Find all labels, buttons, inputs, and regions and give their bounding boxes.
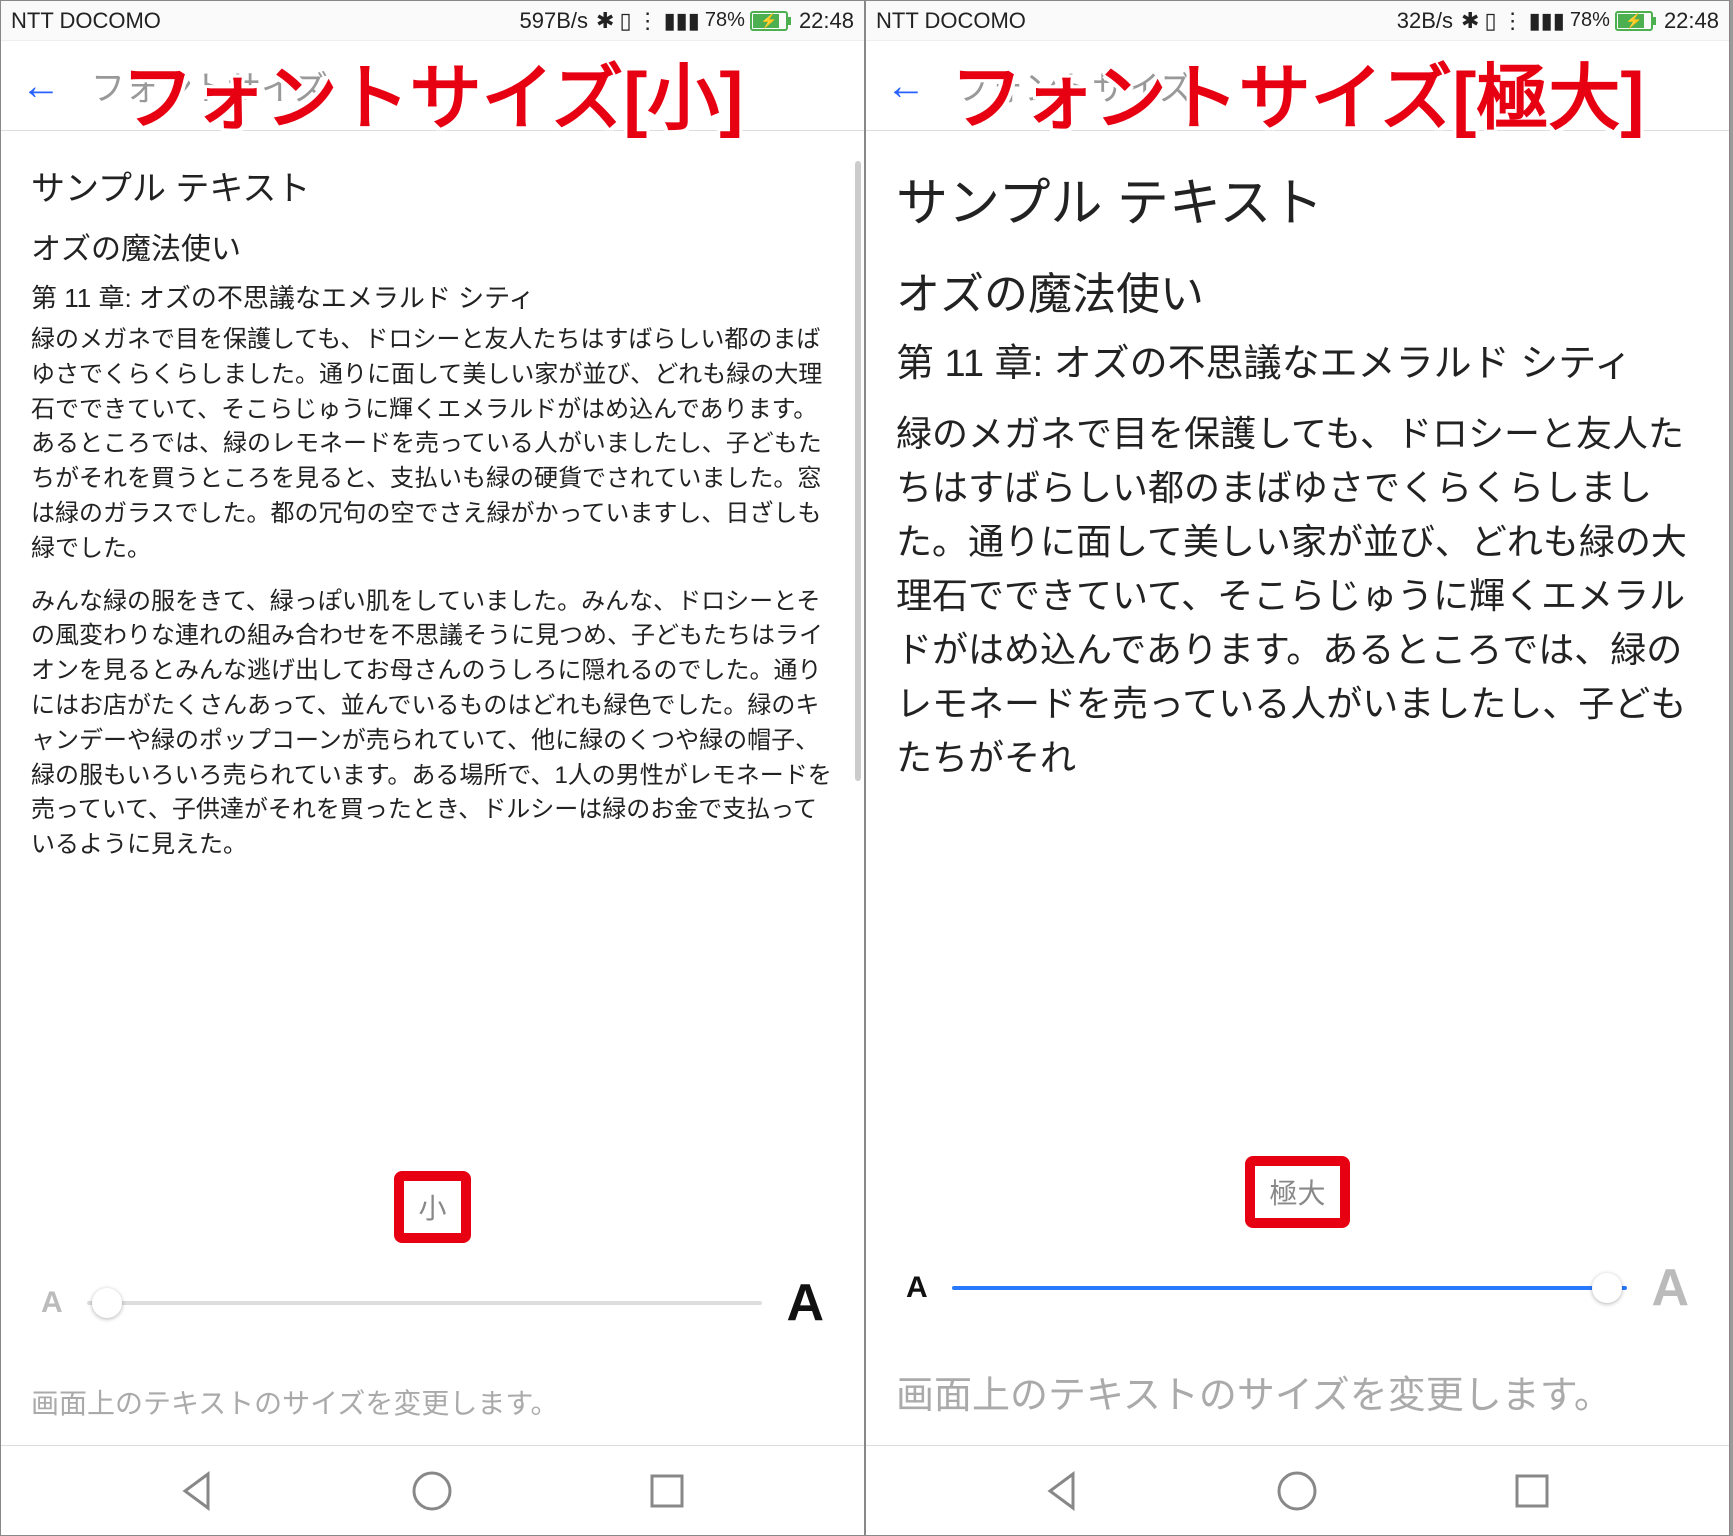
font-size-slider[interactable] (87, 1288, 763, 1318)
phone-right: NTT DOCOMO 32B/s ✱ ▯ ⋮ ▮▮▮ 78% ⚡ 22:48 ←… (865, 0, 1730, 1536)
navigation-bar (866, 1445, 1729, 1535)
clock: 22:48 (1664, 8, 1719, 34)
carrier-label: NTT DOCOMO (876, 8, 1026, 34)
nav-back-icon[interactable] (173, 1466, 223, 1516)
back-button[interactable]: ← (886, 66, 926, 106)
nav-home-icon[interactable] (407, 1466, 457, 1516)
sample-paragraph-1: 緑のメガネで目を保護しても、ドロシーと友人たちはすばらしい都のまばゆさでくらくら… (896, 407, 1699, 785)
appbar-title: フォントサイズ (956, 61, 1193, 110)
network-speed: 32B/s (1397, 8, 1453, 34)
font-size-controls: 極大 A A (866, 1136, 1729, 1368)
battery-percent: 78% (705, 9, 745, 32)
hint-text: 画面上のテキストのサイズを変更します。 (866, 1368, 1729, 1445)
font-size-controls: 小 A A (1, 1151, 864, 1383)
sample-paragraph-2: みんな緑の服をきて、緑っぽい肌をしていました。みんな、ドロシーとその風変わりな連… (31, 585, 834, 863)
appbar: ← フォントサイズ (1, 41, 864, 131)
nav-recent-icon[interactable] (1507, 1466, 1557, 1516)
appbar: ← フォントサイズ (866, 41, 1729, 131)
sample-heading: サンプル テキスト (31, 161, 834, 210)
wifi-icon: ⋮ (637, 8, 659, 34)
sample-chapter: 第 11 章: オズの不思議なエメラルド シティ (896, 338, 1699, 391)
sample-content[interactable]: サンプル テキスト オズの魔法使い 第 11 章: オズの不思議なエメラルド シ… (866, 131, 1729, 1136)
phone-left: NTT DOCOMO 597B/s ✱ ▯ ⋮ ▮▮▮ 78% ⚡ 22:48 … (0, 0, 865, 1536)
slider-min-icon: A (41, 1286, 63, 1320)
back-button[interactable]: ← (21, 66, 61, 106)
vibrate-icon: ▯ (1484, 8, 1496, 34)
appbar-title: フォントサイズ (91, 61, 328, 110)
slider-thumb[interactable] (92, 1288, 122, 1318)
size-label-highlighted: 小 (394, 1171, 470, 1243)
carrier-label: NTT DOCOMO (11, 8, 161, 34)
statusbar: NTT DOCOMO 32B/s ✱ ▯ ⋮ ▮▮▮ 78% ⚡ 22:48 (866, 1, 1729, 41)
clock: 22:48 (799, 8, 854, 34)
nav-back-icon[interactable] (1038, 1466, 1088, 1516)
font-size-slider-row: A A (896, 1258, 1699, 1318)
sample-heading: サンプル テキスト (896, 161, 1699, 236)
nav-recent-icon[interactable] (642, 1466, 692, 1516)
bluetooth-icon: ✱ (1461, 8, 1479, 34)
sample-chapter: 第 11 章: オズの不思議なエメラルド シティ (31, 278, 834, 315)
bluetooth-icon: ✱ (596, 8, 614, 34)
sample-content[interactable]: サンプル テキスト オズの魔法使い 第 11 章: オズの不思議なエメラルド シ… (1, 131, 864, 1151)
sample-subtitle: オズの魔法使い (896, 258, 1699, 322)
slider-min-icon: A (906, 1271, 928, 1305)
battery-percent: 78% (1570, 9, 1610, 32)
size-label-highlighted: 極大 (1245, 1156, 1349, 1228)
wifi-icon: ⋮ (1502, 8, 1524, 34)
sample-body: 緑のメガネで目を保護しても、ドロシーと友人たちはすばらしい都のまばゆさでくらくら… (896, 407, 1699, 803)
battery-icon: ⚡ (1615, 11, 1653, 31)
sample-body: 緑のメガネで目を保護しても、ドロシーと友人たちはすばらしい都のまばゆさでくらくら… (31, 323, 834, 863)
battery-icon: ⚡ (750, 11, 788, 31)
status-icons: ✱ ▯ ⋮ ▮▮▮ 78% ⚡ 22:48 (596, 8, 854, 34)
network-speed: 597B/s (520, 8, 589, 34)
signal-icon: ▮▮▮ (1529, 8, 1565, 34)
slider-thumb[interactable] (1592, 1273, 1622, 1303)
sample-subtitle: オズの魔法使い (31, 224, 834, 268)
vibrate-icon: ▯ (619, 8, 631, 34)
hint-text: 画面上のテキストのサイズを変更します。 (1, 1383, 864, 1445)
scrollbar[interactable] (855, 161, 861, 781)
slider-max-icon: A (1651, 1258, 1689, 1318)
status-icons: ✱ ▯ ⋮ ▮▮▮ 78% ⚡ 22:48 (1461, 8, 1719, 34)
sample-paragraph-1: 緑のメガネで目を保護しても、ドロシーと友人たちはすばらしい都のまばゆさでくらくら… (31, 323, 834, 567)
nav-home-icon[interactable] (1272, 1466, 1322, 1516)
navigation-bar (1, 1445, 864, 1535)
font-size-slider-row: A A (31, 1273, 834, 1333)
statusbar: NTT DOCOMO 597B/s ✱ ▯ ⋮ ▮▮▮ 78% ⚡ 22:48 (1, 1, 864, 41)
slider-max-icon: A (786, 1273, 824, 1333)
font-size-slider[interactable] (952, 1273, 1628, 1303)
signal-icon: ▮▮▮ (664, 8, 700, 34)
